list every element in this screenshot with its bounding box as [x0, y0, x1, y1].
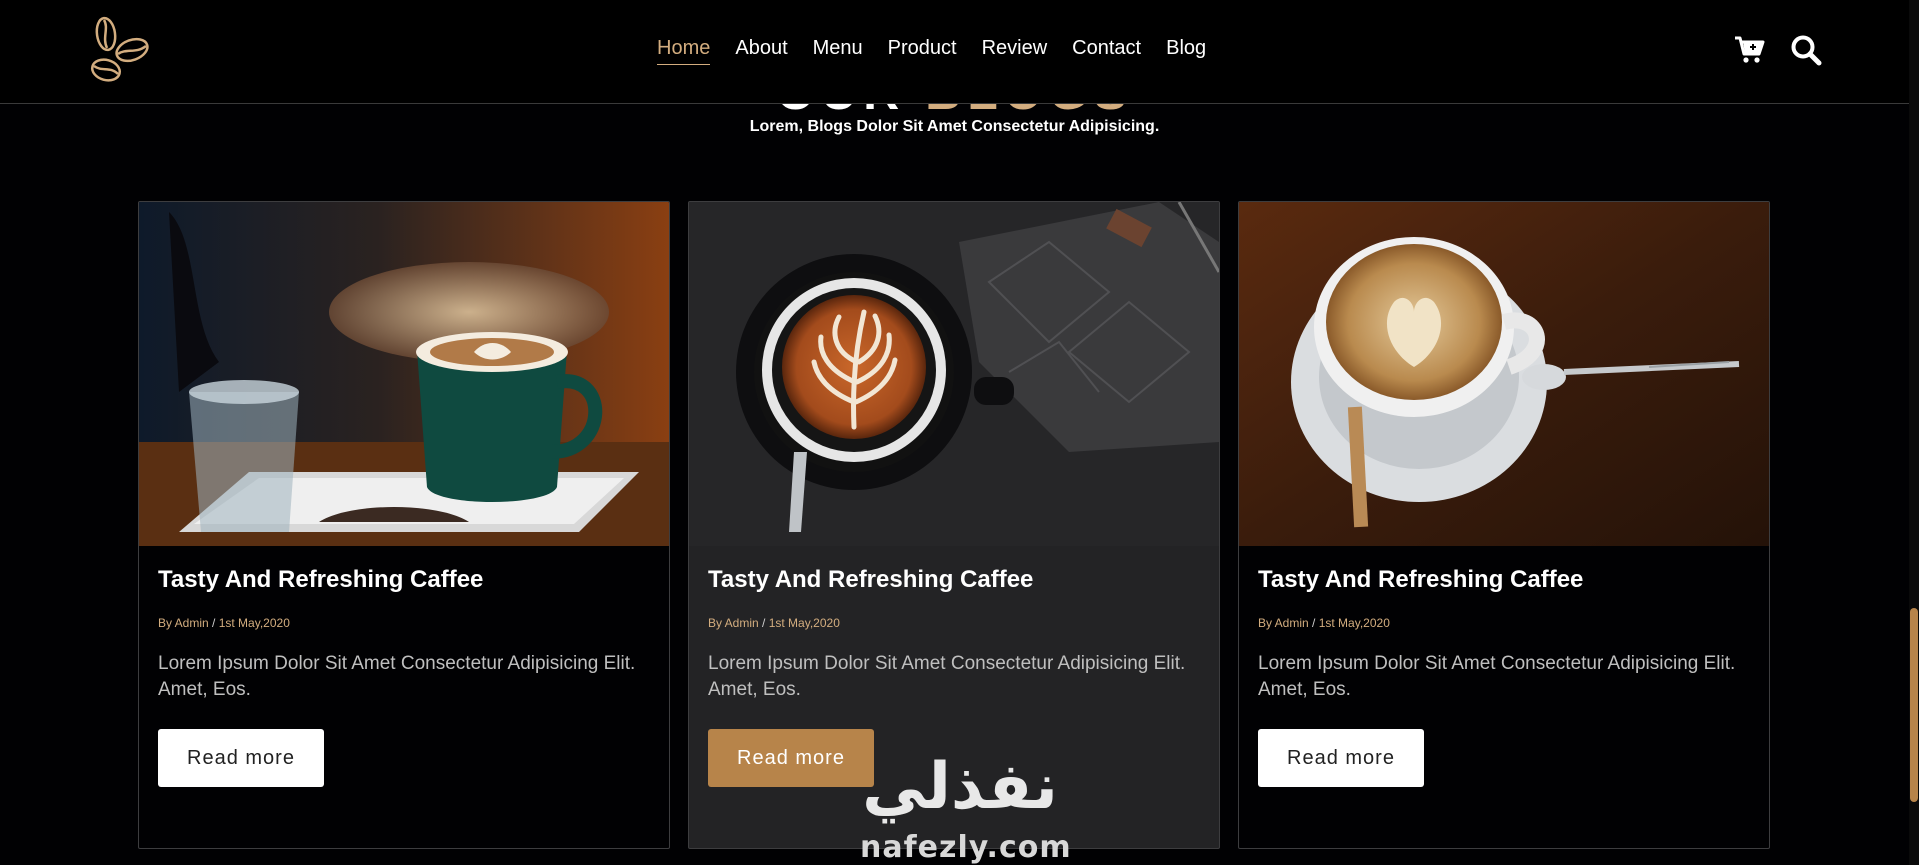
- section-subtitle: Lorem, Blogs Dolor Sit Amet Consectetur …: [749, 118, 1160, 135]
- card-description: Lorem Ipsum Dolor Sit Amet Consectetur A…: [708, 653, 1186, 700]
- card-meta: By Admin / 1st May,2020: [158, 616, 290, 630]
- header-actions: [1733, 33, 1823, 67]
- nav-contact[interactable]: Contact: [1072, 36, 1141, 65]
- card-date: 1st May,2020: [218, 616, 290, 630]
- site-header: Home About Menu Product Review Contact B…: [0, 0, 1909, 104]
- card-author: By Admin: [708, 616, 759, 630]
- nav-home[interactable]: Home: [657, 36, 711, 65]
- coffee-beans-logo-icon[interactable]: [82, 14, 160, 86]
- card-meta: By Admin / 1st May,2020: [708, 616, 840, 630]
- scrollbar-thumb[interactable]: [1910, 608, 1918, 802]
- meta-separator: /: [762, 616, 769, 630]
- blog-image-cappuccino-saucer-spoon: [1239, 202, 1769, 546]
- card-title: Tasty And Refreshing Caffee: [158, 566, 484, 593]
- card-description: Lorem Ipsum Dolor Sit Amet Consectetur A…: [1258, 653, 1736, 700]
- read-more-button[interactable]: Read more: [1258, 729, 1424, 787]
- cart-icon[interactable]: [1733, 33, 1767, 67]
- meta-separator: /: [212, 616, 219, 630]
- read-more-button[interactable]: Read more: [158, 729, 324, 787]
- main-nav: Home About Menu Product Review Contact B…: [657, 36, 1206, 65]
- card-title: Tasty And Refreshing Caffee: [708, 566, 1034, 593]
- blog-image-coffee-with-water-glass: [139, 202, 669, 546]
- nav-about[interactable]: About: [735, 36, 787, 65]
- nav-blog[interactable]: Blog: [1166, 36, 1206, 65]
- blog-card: Tasty And Refreshing Caffee By Admin / 1…: [138, 201, 670, 849]
- nav-menu[interactable]: Menu: [813, 36, 863, 65]
- page-scrollbar[interactable]: [1909, 0, 1919, 865]
- blog-image-latte-art-black-cup: [689, 202, 1219, 546]
- nav-product[interactable]: Product: [888, 36, 957, 65]
- card-author: By Admin: [158, 616, 209, 630]
- search-icon[interactable]: [1789, 33, 1823, 67]
- card-author: By Admin: [1258, 616, 1309, 630]
- meta-separator: /: [1312, 616, 1319, 630]
- blog-cards: Tasty And Refreshing Caffee By Admin / 1…: [138, 201, 1771, 849]
- card-description: Lorem Ipsum Dolor Sit Amet Consectetur A…: [158, 653, 636, 700]
- nav-review[interactable]: Review: [982, 36, 1048, 65]
- card-date: 1st May,2020: [1318, 616, 1390, 630]
- blog-card: Tasty And Refreshing Caffee By Admin / 1…: [688, 201, 1220, 849]
- card-title: Tasty And Refreshing Caffee: [1258, 566, 1584, 593]
- blog-card: Tasty And Refreshing Caffee By Admin / 1…: [1238, 201, 1770, 849]
- card-date: 1st May,2020: [768, 616, 840, 630]
- read-more-button[interactable]: Read more: [708, 729, 874, 787]
- card-meta: By Admin / 1st May,2020: [1258, 616, 1390, 630]
